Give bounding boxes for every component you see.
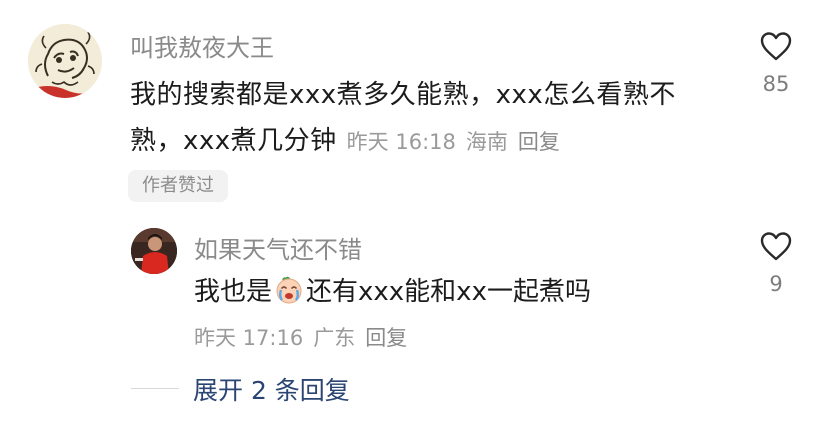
- author-liked-badge: 作者赞过: [128, 170, 228, 202]
- reply-location: 广东: [313, 326, 356, 350]
- comment-meta: 昨天 16:18 海南 回复: [347, 130, 560, 154]
- reply-text-before: 我也是: [194, 277, 273, 307]
- player-photo-avatar-image: [131, 228, 177, 274]
- expand-replies-button[interactable]: 展开 2 条回复: [193, 371, 350, 407]
- replier-avatar[interactable]: [131, 228, 177, 274]
- crying-face-emoji-icon: [276, 276, 302, 304]
- reply-body[interactable]: 我也是 还有xxx能和xx一起煮吗: [194, 272, 591, 312]
- comment-time: 昨天 16:18: [346, 130, 456, 154]
- reply-button[interactable]: 回复: [518, 130, 560, 154]
- heart-outline-icon: [760, 232, 792, 261]
- reply-like-count: 9: [769, 272, 783, 296]
- expand-divider: [131, 388, 179, 389]
- replier-username[interactable]: 如果天气还不错: [194, 230, 362, 265]
- comment-like-count: 85: [762, 72, 790, 96]
- reply-time: 昨天 17:16: [194, 326, 304, 350]
- commenter-username[interactable]: 叫我敖夜大王: [130, 28, 274, 63]
- reply-text-after: 还有xxx能和xx一起煮吗: [306, 277, 591, 307]
- reply-meta: 昨天 17:16 广东 回复: [194, 322, 407, 352]
- comment-body[interactable]: 我的搜索都是xxx煮多久能熟，xxx怎么看熟不熟，xxx煮几分钟 昨天 16:18…: [130, 72, 720, 165]
- reply-reply-button[interactable]: 回复: [365, 326, 407, 350]
- reply-like-button[interactable]: 9: [740, 230, 812, 296]
- dragon-sketch-avatar-image: [28, 24, 102, 98]
- heart-outline-icon: [760, 32, 792, 61]
- comment-location: 海南: [465, 130, 508, 154]
- comment-like-button[interactable]: 85: [740, 30, 812, 96]
- commenter-avatar[interactable]: [28, 24, 102, 98]
